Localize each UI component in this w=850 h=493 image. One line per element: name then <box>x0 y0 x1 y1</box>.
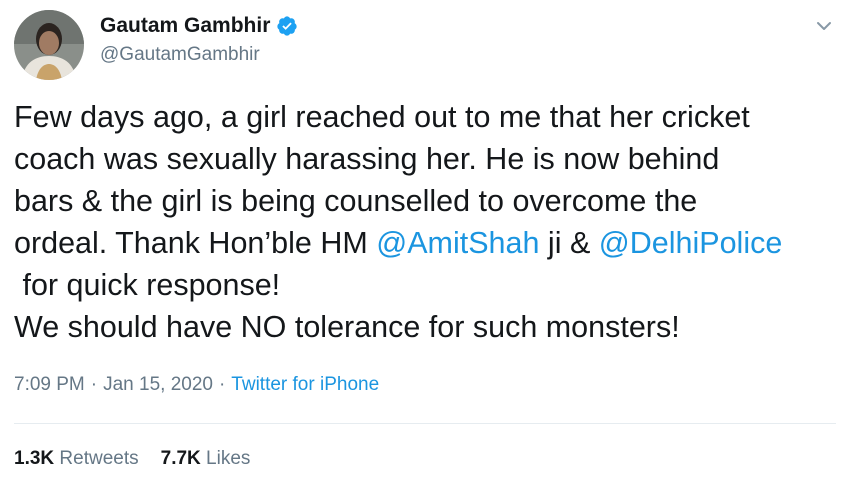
tweet-date[interactable]: Jan 15, 2020 <box>103 374 213 395</box>
tweet-line: bars & the girl is being counselled to o… <box>14 184 698 218</box>
meta-separator: · <box>218 374 226 395</box>
tweet-text: Few days ago, a girl reached out to me t… <box>14 96 844 348</box>
mention-amitshah-link[interactable]: @AmitShah <box>376 226 539 260</box>
retweets-label: Retweets <box>59 448 139 469</box>
tweet-meta: 7:09 PM · Jan 15, 2020 · Twitter for iPhone <box>14 374 379 396</box>
tweet-line: We should have NO tolerance for such mon… <box>14 310 680 344</box>
verified-badge-icon <box>277 16 298 36</box>
tweet-source-link[interactable]: Twitter for iPhone <box>231 374 379 395</box>
chevron-down-icon[interactable] <box>814 16 834 36</box>
meta-separator: · <box>90 374 98 395</box>
retweets-stat[interactable]: 1.3K Retweets <box>14 448 139 469</box>
avatar-image <box>14 10 84 80</box>
likes-count: 7.7K <box>160 448 201 469</box>
author-handle[interactable]: @GautamGambhir <box>100 44 260 66</box>
tweet-line: coach was sexually harassing her. He is … <box>14 142 720 176</box>
tweet-time[interactable]: 7:09 PM <box>14 374 85 395</box>
retweets-count: 1.3K <box>14 448 55 469</box>
tweet-line: ordeal. Thank Hon’ble HM @AmitShah ji & … <box>14 222 844 264</box>
likes-label: Likes <box>206 448 251 469</box>
tweet-text-segment: ordeal. Thank Hon’ble HM <box>14 226 377 260</box>
tweet-line: Few days ago, a girl reached out to me t… <box>14 100 750 134</box>
tweet-stats: 1.3K Retweets 7.7K Likes <box>14 448 250 470</box>
avatar[interactable] <box>14 10 84 80</box>
tweet-text-segment: ji & <box>539 226 599 260</box>
tweet-line: for quick response! <box>14 268 281 302</box>
divider <box>14 423 836 424</box>
author-name[interactable]: Gautam Gambhir <box>100 14 270 38</box>
likes-stat[interactable]: 7.7K Likes <box>161 448 251 469</box>
mention-delhipolice-link[interactable]: @DelhiPolice <box>599 226 783 260</box>
